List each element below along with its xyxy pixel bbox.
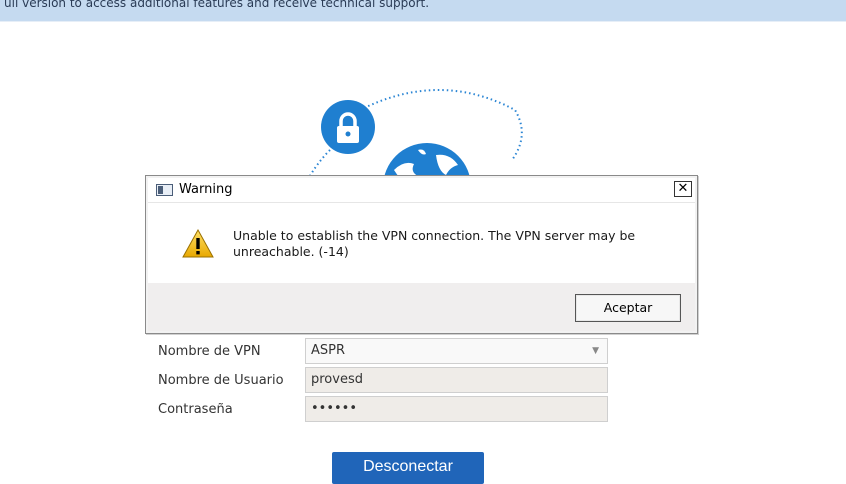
warning-icon: [182, 229, 214, 258]
close-button[interactable]: ✕: [674, 181, 692, 197]
vpn-illustration: [304, 89, 523, 190]
upgrade-banner: ull version to access additional feature…: [0, 0, 846, 21]
username-value: provesd: [311, 372, 363, 387]
banner-text: ull version to access additional feature…: [4, 0, 430, 10]
warning-dialog: Warning ✕ Unable to establish the VPN co…: [145, 175, 698, 334]
lock-icon: [321, 100, 375, 154]
dialog-message: Unable to establish the VPN connection. …: [233, 228, 636, 259]
username-label: Nombre de Usuario: [158, 373, 284, 388]
chevron-down-icon: ▼: [592, 346, 599, 356]
vpn-name-select[interactable]: ASPR ▼: [305, 338, 608, 364]
dialog-title: Warning: [179, 182, 233, 197]
password-field[interactable]: ••••••: [305, 396, 608, 422]
dialog-footer: Aceptar: [148, 283, 695, 331]
vpn-name-value: ASPR: [311, 343, 346, 358]
accept-button[interactable]: Aceptar: [575, 294, 681, 322]
disconnect-button[interactable]: Desconectar: [332, 452, 484, 484]
username-field[interactable]: provesd: [305, 367, 608, 393]
password-value: ••••••: [311, 401, 358, 416]
window-icon: [156, 184, 173, 196]
dialog-body: Unable to establish the VPN connection. …: [148, 203, 695, 283]
banner-divider: [0, 21, 846, 22]
close-icon: ✕: [677, 181, 689, 196]
dialog-titlebar[interactable]: Warning ✕: [148, 178, 695, 203]
password-label: Contraseña: [158, 402, 233, 417]
vpn-name-label: Nombre de VPN: [158, 344, 261, 359]
